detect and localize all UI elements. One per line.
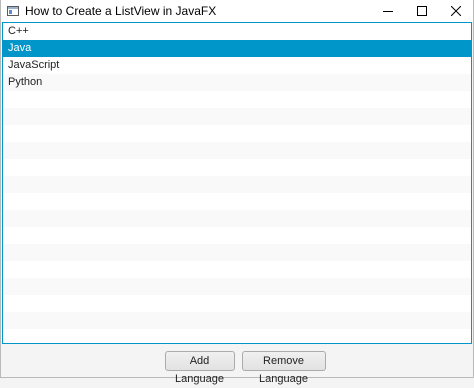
empty-list-cell[interactable] <box>3 312 471 329</box>
minimize-icon[interactable] <box>371 0 405 22</box>
language-list-view[interactable]: C++ Java JavaScript Python <box>2 22 472 344</box>
empty-list-cell[interactable] <box>3 244 471 261</box>
empty-list-cell[interactable] <box>3 193 471 210</box>
empty-list-cell[interactable] <box>3 108 471 125</box>
close-icon[interactable] <box>439 0 473 22</box>
empty-list-cell[interactable] <box>3 91 471 108</box>
title-bar[interactable]: How to Create a ListView in JavaFX <box>1 0 473 22</box>
list-item[interactable]: C++ <box>3 23 471 40</box>
remove-language-button[interactable]: Remove Language <box>241 350 326 385</box>
empty-list-cell[interactable] <box>3 142 471 159</box>
add-language-button[interactable]: Add Language <box>164 350 235 385</box>
button-bar: Add Language Remove Language <box>1 344 473 385</box>
maximize-icon[interactable] <box>405 0 439 22</box>
empty-list-cell[interactable] <box>3 159 471 176</box>
empty-list-cell[interactable] <box>3 210 471 227</box>
app-icon <box>7 5 19 17</box>
empty-list-cell[interactable] <box>3 125 471 142</box>
window-title: How to Create a ListView in JavaFX <box>25 4 217 18</box>
empty-list-cell[interactable] <box>3 176 471 193</box>
list-item[interactable]: JavaScript <box>3 57 471 74</box>
list-item[interactable]: Python <box>3 74 471 91</box>
empty-list-cell[interactable] <box>3 261 471 278</box>
empty-list-cell[interactable] <box>3 295 471 312</box>
empty-list-cell[interactable] <box>3 227 471 244</box>
list-item[interactable]: Java <box>3 40 471 57</box>
app-window: How to Create a ListView in JavaFX C++ Ja… <box>0 0 474 385</box>
empty-list-cell[interactable] <box>3 278 471 295</box>
